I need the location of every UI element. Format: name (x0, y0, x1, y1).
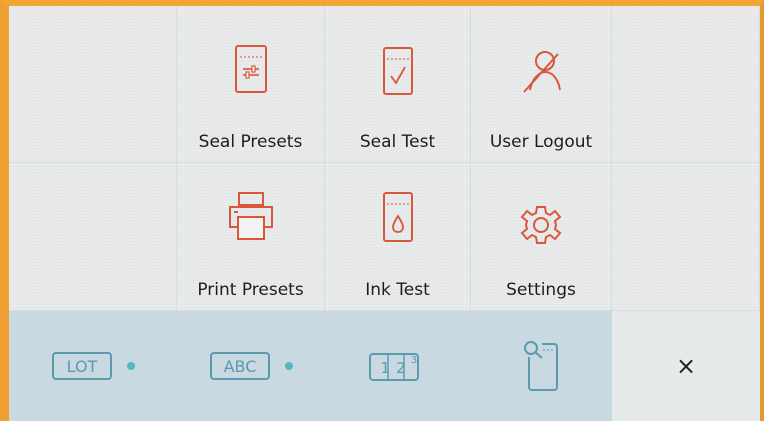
tile-label: Seal Test (359, 132, 436, 152)
printer-icon (226, 191, 276, 247)
abc-label: ABC (223, 357, 256, 376)
menu-grid: Seal Presets Seal Test User Logout Print… (9, 6, 760, 311)
gear-icon (519, 203, 563, 251)
empty-tile (612, 6, 760, 163)
status-dot (284, 362, 293, 370)
ink-test-tile[interactable]: Ink Test (325, 163, 471, 311)
numbers-button[interactable]: 12 3 (325, 311, 471, 421)
numbers-label: 12 (380, 359, 411, 377)
lot-icon: LOT (51, 351, 113, 381)
tile-label: Print Presets (197, 280, 304, 300)
seal-test-tile[interactable]: Seal Test (325, 6, 471, 163)
tile-label: Settings (506, 280, 576, 300)
bottom-toolbar: LOT ABC 12 3 × (9, 311, 760, 421)
lot-button[interactable]: LOT (9, 311, 177, 421)
tile-label: Ink Test (365, 280, 430, 300)
search-document-icon (521, 338, 561, 394)
lot-label: LOT (66, 357, 97, 376)
tile-label: User Logout (489, 132, 593, 152)
print-presets-tile[interactable]: Print Presets (177, 163, 325, 311)
empty-tile (612, 163, 760, 311)
numbers-icon: 12 3 (368, 350, 428, 382)
status-dot (126, 362, 135, 370)
abc-button[interactable]: ABC (177, 311, 325, 421)
numbers-superscript: 3 (410, 355, 416, 366)
empty-tile (9, 6, 177, 163)
ink-drop-document-icon (382, 191, 414, 247)
tile-label: Seal Presets (198, 132, 303, 152)
abc-icon: ABC (209, 351, 271, 381)
close-icon: × (675, 352, 697, 380)
seal-presets-tile[interactable]: Seal Presets (177, 6, 325, 163)
user-logout-icon (518, 48, 564, 100)
touch-screen: Seal Presets Seal Test User Logout Print… (9, 6, 760, 421)
settings-tile[interactable]: Settings (471, 163, 612, 311)
checkmark-document-icon (382, 46, 414, 100)
sliders-document-icon (234, 44, 268, 98)
empty-tile (9, 163, 177, 311)
device-frame: Seal Presets Seal Test User Logout Print… (0, 0, 764, 421)
close-button[interactable]: × (612, 311, 760, 421)
user-logout-tile[interactable]: User Logout (471, 6, 612, 163)
search-document-button[interactable] (471, 311, 612, 421)
